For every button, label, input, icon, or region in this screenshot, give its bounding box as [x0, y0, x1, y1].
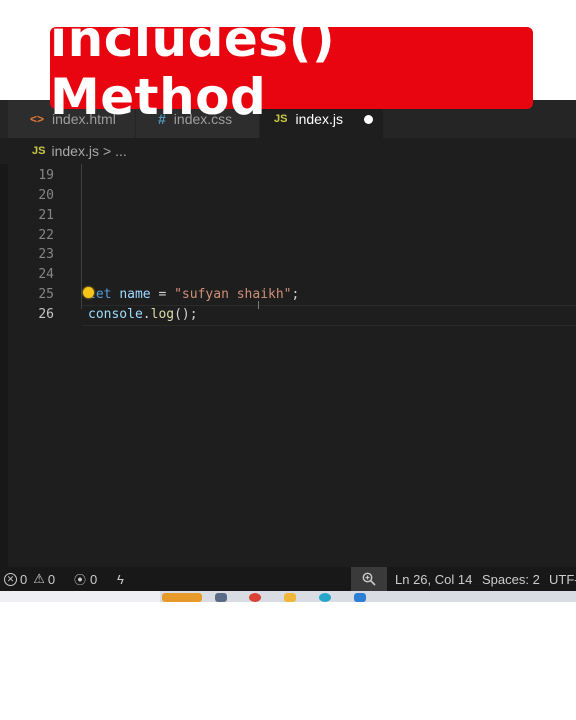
line-number: 22	[38, 228, 54, 243]
code-line-25[interactable]: let name = "sufyan shaikh";	[88, 287, 299, 302]
taskbar-search[interactable]	[0, 591, 160, 602]
chrome-icon[interactable]	[249, 593, 261, 602]
taskbar-app-icon[interactable]	[215, 593, 227, 602]
code-object: console	[88, 307, 143, 322]
vscode-icon[interactable]	[354, 593, 366, 602]
code-dot: .	[142, 307, 151, 322]
cursor-position[interactable]: Ln 26, Col 14	[395, 567, 472, 591]
code-method: log	[150, 307, 175, 322]
line-number: 21	[38, 208, 54, 223]
line-number: 24	[38, 267, 54, 282]
error-icon: ✕	[4, 572, 17, 586]
edge-icon[interactable]	[319, 593, 331, 602]
code-line-26[interactable]: console.log();	[88, 307, 198, 322]
mouse-cursor	[258, 301, 259, 309]
os-taskbar	[0, 591, 576, 602]
line-number: 19	[38, 168, 54, 183]
folder-icon[interactable]	[284, 593, 296, 602]
html-icon: <>	[30, 112, 45, 126]
indent-guide	[81, 164, 82, 309]
taskbar-widget-icon[interactable]	[162, 593, 202, 602]
title-banner: includes() Method	[50, 10, 533, 126]
indentation-setting[interactable]: Spaces: 2	[482, 567, 540, 591]
code-string: "sufyan shaikh"	[174, 287, 292, 302]
broadcast-icon: ⦿	[74, 572, 87, 587]
problems-indicator[interactable]: ✕ 0 ⚠ 0	[4, 567, 55, 591]
encoding-setting[interactable]: UTF-	[549, 567, 576, 591]
zoom-icon[interactable]	[351, 567, 387, 591]
breadcrumb-file[interactable]: index.js	[51, 143, 98, 159]
ports-count: 0	[90, 571, 98, 587]
warning-icon: ⚠	[33, 571, 45, 586]
breadcrumb-more[interactable]: ...	[115, 143, 127, 159]
warning-count: 0	[47, 571, 56, 587]
banner-title: includes() Method	[50, 10, 336, 126]
lightbulb-icon[interactable]	[83, 287, 94, 298]
code-call: ();	[174, 307, 198, 322]
line-number: 23	[38, 247, 54, 262]
code-editor: <> index.html # index.css JS index.js JS…	[0, 100, 576, 602]
lightning-icon[interactable]: ϟ	[117, 567, 124, 591]
status-bar: ✕ 0 ⚠ 0 ⦿ 0 ϟ Ln 26, Col 14 Spaces: 2 UT…	[0, 567, 576, 591]
js-icon: JS	[32, 145, 46, 157]
activity-bar-edge	[0, 100, 8, 602]
error-count: 0	[20, 571, 28, 587]
code-variable: name	[119, 287, 151, 302]
breadcrumb: JS index.js > ...	[0, 138, 576, 164]
ports-indicator[interactable]: ⦿ 0	[74, 567, 97, 591]
code-operator: =	[150, 287, 175, 302]
line-number: 25	[38, 287, 54, 302]
code-semicolon: ;	[291, 287, 300, 302]
line-number-current: 26	[38, 307, 54, 322]
breadcrumb-separator: >	[102, 143, 112, 159]
line-number: 20	[38, 188, 54, 203]
